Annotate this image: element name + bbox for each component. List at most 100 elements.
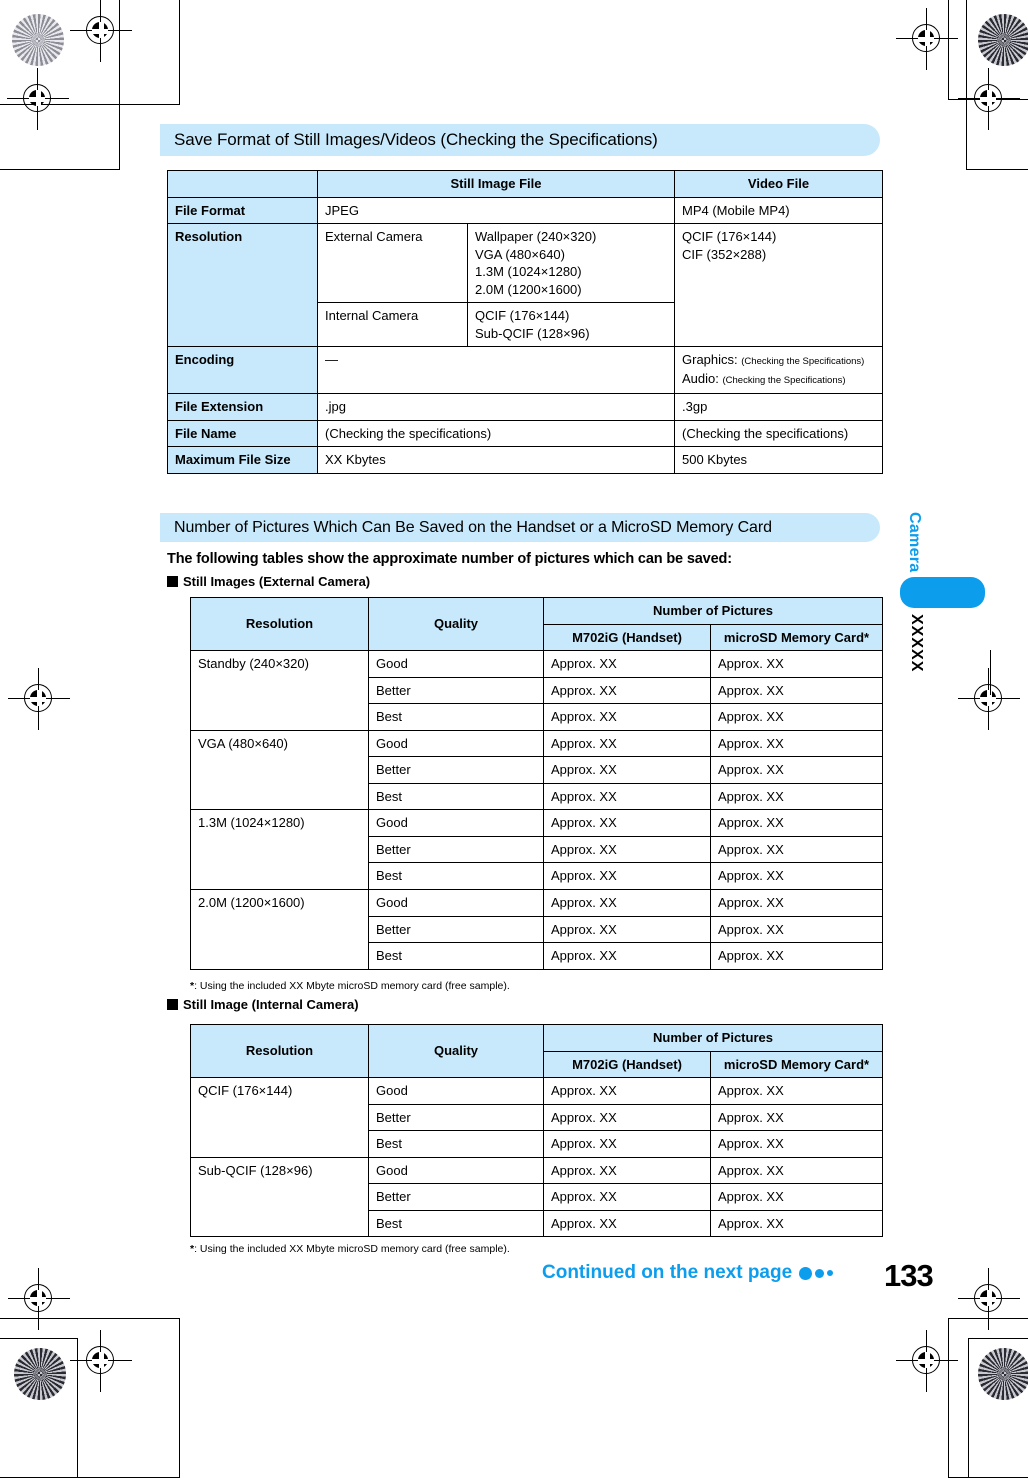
row-label-max-file-size: Maximum File Size bbox=[167, 446, 318, 474]
cell-microsd: Approx. XX bbox=[709, 650, 884, 678]
cell-microsd: Approx. XX bbox=[709, 756, 884, 784]
section-banner-number-of-pictures: Number of Pictures Which Can Be Saved on… bbox=[160, 513, 880, 542]
cell-handset: Approx. XX bbox=[543, 835, 711, 864]
cell-microsd: Approx. XX bbox=[709, 1156, 884, 1185]
footnote-internal: *: Using the included XX Mbyte microSD m… bbox=[190, 1243, 510, 1255]
header-resolution: Resolution bbox=[190, 596, 369, 652]
footnote-external: *: Using the included XX Mbyte microSD m… bbox=[190, 980, 510, 992]
section-banner-title-2: Number of Pictures Which Can Be Saved on… bbox=[174, 518, 772, 536]
cell-handset: Approx. XX bbox=[543, 1156, 711, 1185]
cell-file-format-still: JPEG bbox=[317, 196, 675, 225]
cell-quality: Best bbox=[368, 862, 544, 891]
header-microsd: microSD Memory Card* bbox=[709, 623, 884, 652]
header-number-of-pictures: Number of Pictures bbox=[542, 597, 884, 625]
row-label-file-name: File Name bbox=[167, 419, 318, 448]
row-label-encoding: Encoding bbox=[167, 346, 318, 395]
cell-quality: Best bbox=[368, 782, 544, 811]
table-row: VGA (480×640) Good Approx. XX Approx. XX bbox=[190, 729, 884, 811]
cell-quality: Best bbox=[368, 703, 544, 731]
row-label-file-extension: File Extension bbox=[167, 393, 318, 421]
cell-quality: Best bbox=[368, 1209, 544, 1238]
cell-microsd: Approx. XX bbox=[709, 862, 884, 891]
internal-camera-picture-count-table: Resolution Quality Number of Pictures M7… bbox=[190, 1023, 884, 1238]
dot-large-icon bbox=[799, 1266, 813, 1280]
encoding-audio-label: Audio: bbox=[682, 371, 719, 387]
cell-handset: Approx. XX bbox=[543, 703, 711, 731]
cell-quality: Better bbox=[368, 1183, 544, 1211]
row-label-file-format: File Format bbox=[167, 196, 318, 225]
table-row-file-format: File Format JPEG MP4 (Mobile MP4) bbox=[167, 196, 883, 225]
cell-file-name-video: (Checking the specifications) bbox=[674, 419, 883, 448]
cell-file-extension-video: .3gp bbox=[674, 393, 883, 421]
external-camera-picture-count-table: Resolution Quality Number of Pictures M7… bbox=[190, 596, 884, 970]
encoding-graphics-value: (Checking the Specifications) bbox=[741, 356, 865, 368]
cell-microsd: Approx. XX bbox=[709, 1209, 884, 1238]
table-row-header-top: Resolution Quality Number of Pictures bbox=[190, 1023, 884, 1079]
cell-microsd: Approx. XX bbox=[709, 676, 884, 705]
cell-resolution-external-label: External Camera bbox=[317, 223, 468, 304]
cell-quality: Better bbox=[368, 756, 544, 784]
cell-handset: Approx. XX bbox=[543, 915, 711, 944]
cell-handset: Approx. XX bbox=[543, 756, 711, 784]
sublabel-internal-camera: Still Image (Internal Camera) bbox=[167, 997, 359, 1012]
table-row: Sub-QCIF (128×96) Good Approx. XX Approx… bbox=[190, 1156, 884, 1238]
continued-next-page: Continued on the next page bbox=[542, 1262, 834, 1284]
cell-microsd: Approx. XX bbox=[709, 1183, 884, 1211]
cell-quality: Best bbox=[368, 1130, 544, 1158]
cell-quality: Good bbox=[368, 1156, 544, 1185]
page-number: 133 bbox=[884, 1258, 934, 1293]
cell-microsd: Approx. XX bbox=[709, 782, 884, 811]
cell-microsd: Approx. XX bbox=[709, 835, 884, 864]
cell-handset: Approx. XX bbox=[543, 942, 711, 970]
cell-handset: Approx. XX bbox=[543, 1103, 711, 1132]
square-bullet-icon-2 bbox=[167, 999, 178, 1010]
header-microsd-2: microSD Memory Card* bbox=[709, 1050, 884, 1079]
encoding-graphics-label: Graphics: bbox=[682, 352, 738, 368]
cell-microsd: Approx. XX bbox=[709, 809, 884, 837]
cell-handset: Approx. XX bbox=[543, 889, 711, 917]
header-video-file: Video File bbox=[674, 170, 883, 198]
cell-resolution: Standby (240×320) bbox=[190, 650, 369, 731]
cell-handset: Approx. XX bbox=[543, 650, 711, 678]
save-format-table: Still Image File Video File File Format … bbox=[167, 170, 883, 474]
dot-medium-icon bbox=[815, 1268, 825, 1278]
lead-paragraph: The following tables show the approximat… bbox=[167, 551, 732, 567]
cell-handset: Approx. XX bbox=[543, 1183, 711, 1211]
cell-handset: Approx. XX bbox=[543, 809, 711, 837]
header-still-image-file: Still Image File bbox=[317, 170, 675, 198]
square-bullet-icon bbox=[167, 576, 178, 587]
table-row-resolution-external: Resolution External Camera Wallpaper (24… bbox=[167, 223, 883, 348]
continued-label: Continued on the next page bbox=[542, 1262, 793, 1283]
chapter-code-label: XXXXX bbox=[908, 614, 925, 673]
row-label-resolution: Resolution bbox=[167, 223, 318, 348]
cell-microsd: Approx. XX bbox=[709, 1077, 884, 1105]
section-banner-title: Save Format of Still Images/Videos (Chec… bbox=[174, 130, 658, 149]
cell-handset: Approx. XX bbox=[543, 676, 711, 705]
sublabel-external-camera: Still Images (External Camera) bbox=[167, 574, 370, 589]
table-row-file-extension: File Extension .jpg .3gp bbox=[167, 393, 883, 421]
cell-resolution: Sub-QCIF (128×96) bbox=[190, 1156, 369, 1238]
encoding-audio-line: Audio: (Checking the Specifications) bbox=[682, 370, 875, 389]
header-resolution-2: Resolution bbox=[190, 1023, 369, 1079]
cell-microsd: Approx. XX bbox=[709, 1103, 884, 1132]
cell-max-file-size-video: 500 Kbytes bbox=[674, 446, 883, 474]
cell-microsd: Approx. XX bbox=[709, 729, 884, 758]
cell-quality: Better bbox=[368, 676, 544, 705]
cell-microsd: Approx. XX bbox=[709, 703, 884, 731]
dot-small-icon bbox=[827, 1270, 834, 1276]
table-row-max-file-size: Maximum File Size XX Kbytes 500 Kbytes bbox=[167, 446, 883, 474]
cell-quality: Better bbox=[368, 1103, 544, 1132]
table-row-header: Still Image File Video File bbox=[167, 170, 883, 198]
header-quality: Quality bbox=[368, 596, 544, 652]
table-row-file-name: File Name (Checking the specifications) … bbox=[167, 419, 883, 448]
cell-resolution: 1.3M (1024×1280) bbox=[190, 809, 369, 891]
table-row: Standby (240×320) Good Approx. XX Approx… bbox=[190, 650, 884, 731]
table-row-encoding: Encoding — Graphics: (Checking the Speci… bbox=[167, 346, 883, 395]
cell-handset: Approx. XX bbox=[543, 729, 711, 758]
encoding-graphics-line: Graphics: (Checking the Specifications) bbox=[682, 351, 875, 370]
chapter-tab-marker bbox=[900, 577, 985, 608]
cell-quality: Good bbox=[368, 1077, 544, 1105]
side-vertical-rule bbox=[990, 650, 992, 695]
header-quality-2: Quality bbox=[368, 1023, 544, 1079]
cell-resolution-internal-values: QCIF (176×144) Sub-QCIF (128×96) bbox=[467, 302, 675, 348]
